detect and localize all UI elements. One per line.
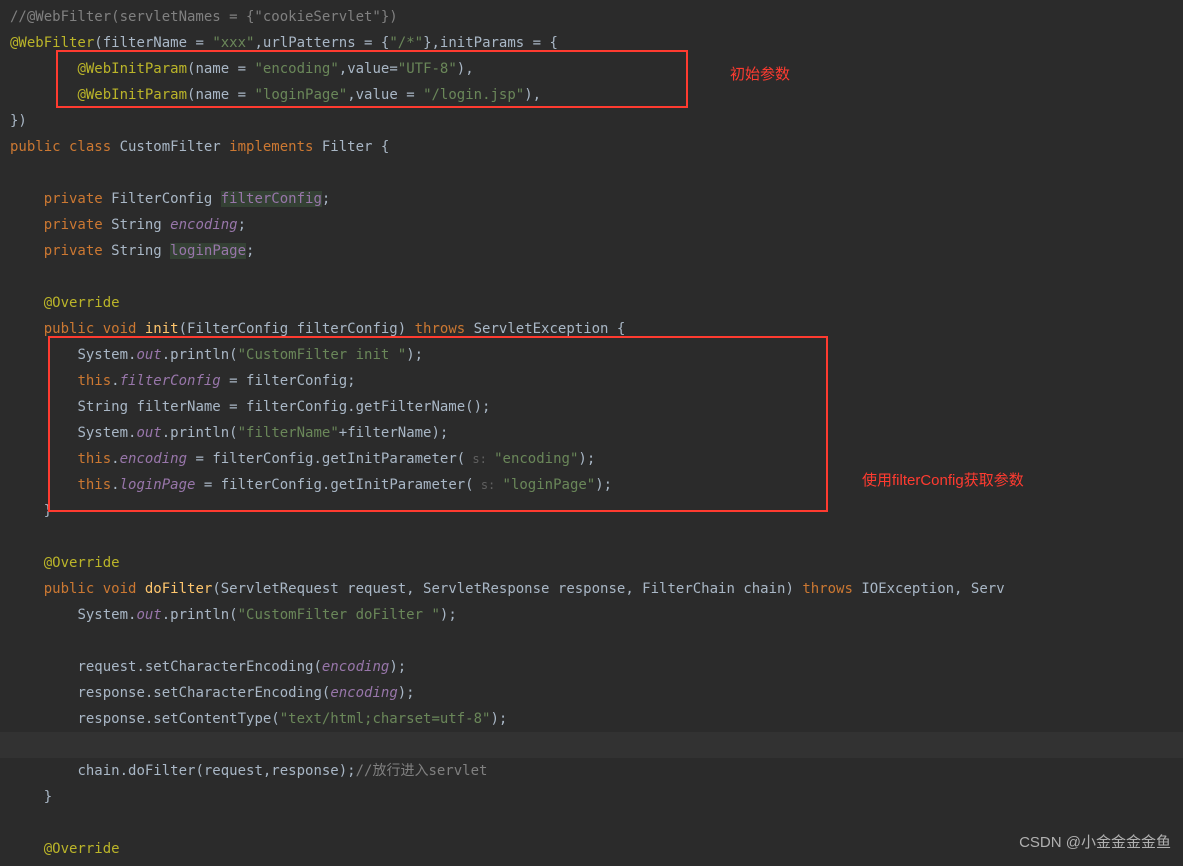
code-line [0,264,1183,290]
code-line [0,524,1183,550]
annotation-label-init-params: 初始参数 [730,62,790,88]
code-line: this.filterConfig = filterConfig; [0,368,1183,394]
code-line [0,810,1183,836]
code-line: response.setCharacterEncoding(encoding); [0,680,1183,706]
code-line: private String loginPage; [0,238,1183,264]
annotation-label-filter-config: 使用filterConfig获取参数 [862,468,1024,494]
code-line: @Override [0,290,1183,316]
code-line: System.out.println("CustomFilter init ")… [0,342,1183,368]
code-line: request.setCharacterEncoding(encoding); [0,654,1183,680]
code-line: @WebInitParam(name = "encoding",value="U… [0,56,1183,82]
code-line: public class CustomFilter implements Fil… [0,134,1183,160]
code-line: chain.doFilter(request,response);//放行进入s… [0,758,1183,784]
code-line: @Override [0,836,1183,862]
code-line: public void init(FilterConfig filterConf… [0,316,1183,342]
code-editor[interactable]: //@WebFilter(servletNames = {"cookieServ… [0,4,1183,862]
code-line: String filterName = filterConfig.getFilt… [0,394,1183,420]
code-line: } [0,498,1183,524]
param-hint: s: [465,452,494,466]
code-line [0,628,1183,654]
param-hint: s: [474,478,503,492]
code-line: private String encoding; [0,212,1183,238]
code-line: @Override [0,550,1183,576]
code-line: response.setContentType("text/html;chars… [0,706,1183,732]
code-line: }) [0,108,1183,134]
code-line-caret [0,732,1183,758]
watermark: CSDN @小金金金金鱼 [1019,830,1171,856]
code-line: @WebInitParam(name = "loginPage",value =… [0,82,1183,108]
code-line: System.out.println("CustomFilter doFilte… [0,602,1183,628]
code-line: @WebFilter(filterName = "xxx",urlPattern… [0,30,1183,56]
code-line: public void doFilter(ServletRequest requ… [0,576,1183,602]
code-line: private FilterConfig filterConfig; [0,186,1183,212]
code-line: System.out.println("filterName"+filterNa… [0,420,1183,446]
code-line: } [0,784,1183,810]
code-line: //@WebFilter(servletNames = {"cookieServ… [0,4,1183,30]
code-line [0,160,1183,186]
